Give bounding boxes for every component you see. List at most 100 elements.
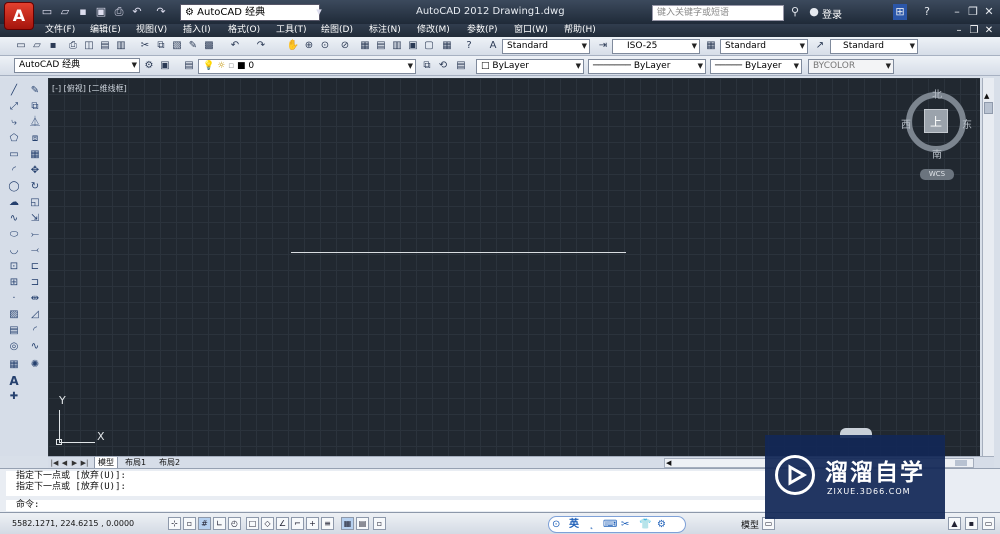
- toolbar-lock-icon[interactable]: ▪: [965, 517, 978, 530]
- mirror-icon[interactable]: ⏅: [28, 116, 42, 130]
- menu-modify[interactable]: 修改(M): [417, 24, 450, 37]
- scroll-up-icon[interactable]: ▲: [984, 92, 989, 100]
- ime-toolbar[interactable]: ⊙ 英 ˛ ⌨ ✂ 👕 ⚙: [548, 516, 686, 533]
- mleader-style-select[interactable]: Standard ▼: [830, 39, 918, 54]
- menu-parametric[interactable]: 参数(P): [467, 24, 497, 37]
- viewcube-west[interactable]: 西: [901, 116, 911, 131]
- ime-language[interactable]: 英: [569, 517, 579, 532]
- markup-icon[interactable]: ▢: [422, 39, 436, 53]
- print-icon[interactable]: ⎙: [112, 5, 126, 19]
- help-icon[interactable]: ?: [462, 39, 476, 53]
- menu-view[interactable]: 视图(V): [136, 24, 167, 37]
- make-block-icon[interactable]: ⊞: [7, 276, 21, 290]
- menu-edit[interactable]: 编辑(E): [90, 24, 121, 37]
- snap-mode-icon[interactable]: ▫: [183, 517, 196, 530]
- move-icon[interactable]: ✥: [28, 164, 42, 178]
- offset-icon[interactable]: ⧈: [28, 132, 42, 146]
- application-menu-button[interactable]: A: [4, 2, 34, 30]
- lineweight-select[interactable]: ───── ByLayer ▼: [710, 59, 802, 74]
- ducs-icon[interactable]: ⌐: [291, 517, 304, 530]
- 3dprint-icon[interactable]: ▥: [114, 39, 128, 53]
- close-icon[interactable]: ✕: [982, 4, 996, 20]
- viewcube-top-face[interactable]: 上: [924, 109, 948, 133]
- array-icon[interactable]: ▦: [28, 148, 42, 162]
- design-center-icon[interactable]: ▤: [374, 39, 388, 53]
- layer-state-icon[interactable]: ▤: [454, 59, 468, 73]
- menu-dimension[interactable]: 标注(N): [369, 24, 401, 37]
- linetype-select[interactable]: ─────── ByLayer ▼: [588, 59, 706, 74]
- help-icon[interactable]: ?: [920, 4, 934, 20]
- viewcube-east[interactable]: 东: [962, 116, 972, 131]
- spline-icon[interactable]: ∿: [7, 212, 21, 226]
- mtext-icon[interactable]: A: [7, 374, 21, 388]
- new-file-icon[interactable]: ▭: [40, 5, 54, 19]
- layer-select[interactable]: 💡 ☼ ▫ ■ 0 ▼: [198, 59, 416, 74]
- menu-format[interactable]: 格式(O): [228, 24, 260, 37]
- menu-draw[interactable]: 绘图(D): [321, 24, 353, 37]
- rectangle-icon[interactable]: ▭: [7, 148, 21, 162]
- stretch-icon[interactable]: ⇲: [28, 212, 42, 226]
- restore-icon[interactable]: ❐: [966, 4, 980, 20]
- menu-window[interactable]: 窗口(W): [514, 24, 548, 37]
- zoom-window-icon[interactable]: ⊙: [318, 39, 332, 53]
- redo-icon[interactable]: ↷: [254, 39, 268, 53]
- add-selected-icon[interactable]: ✚: [7, 390, 21, 404]
- blend-icon[interactable]: ∿: [28, 340, 42, 354]
- join-icon[interactable]: ⇹: [28, 292, 42, 306]
- drawing-canvas[interactable]: [-] [俯视] [二维线框] 上 北 南 西 东 WCS Y X: [48, 78, 980, 456]
- workspace-settings-icon[interactable]: ⚙: [142, 59, 156, 73]
- coordinate-readout[interactable]: 5582.1271, 224.6215 , 0.0000: [12, 519, 134, 528]
- tab-prev-icon[interactable]: ◀: [60, 458, 69, 468]
- otrack-icon[interactable]: ∠: [276, 517, 289, 530]
- command-input[interactable]: 命令:: [6, 500, 766, 511]
- paste-icon[interactable]: ▧: [170, 39, 184, 53]
- toolbar-customize-icon[interactable]: ▣: [158, 59, 172, 73]
- publish-icon[interactable]: ▤: [98, 39, 112, 53]
- doc-minimize-icon[interactable]: –: [952, 24, 966, 37]
- construction-line-icon[interactable]: ⤢: [7, 100, 21, 114]
- break-point-icon[interactable]: ⊏: [28, 260, 42, 274]
- zoom-previous-icon[interactable]: ⊘: [338, 39, 352, 53]
- viewcube-south[interactable]: 南: [932, 146, 942, 161]
- infer-constraints-icon[interactable]: ⊹: [168, 517, 181, 530]
- exchange-icon[interactable]: ⊞: [893, 4, 907, 20]
- scroll-left-icon[interactable]: ◀: [666, 459, 671, 467]
- annotation-scale-icon[interactable]: ▲: [948, 517, 961, 530]
- minimize-icon[interactable]: –: [950, 4, 964, 20]
- save-icon[interactable]: ▪: [46, 39, 60, 53]
- vertical-scrollbar[interactable]: ▲: [982, 78, 994, 456]
- menu-file[interactable]: 文件(F): [45, 24, 75, 37]
- viewcube-north[interactable]: 北: [932, 86, 942, 101]
- properties-icon[interactable]: ▦: [358, 39, 372, 53]
- gradient-icon[interactable]: ▤: [7, 324, 21, 338]
- copy-icon[interactable]: ⧉: [154, 39, 168, 53]
- model-space-label[interactable]: 模型: [741, 518, 759, 531]
- revcloud-icon[interactable]: ☁: [7, 196, 21, 210]
- dynamic-input-icon[interactable]: +: [306, 517, 319, 530]
- calculator-icon[interactable]: ▦: [440, 39, 454, 53]
- color-select[interactable]: □ ByLayer ▼: [476, 59, 584, 74]
- transparency-icon[interactable]: ▦: [341, 517, 354, 530]
- plot-icon[interactable]: ⎙: [66, 39, 80, 53]
- viewport-controls-label[interactable]: [-] [俯视] [二维线框]: [52, 83, 127, 94]
- sheetset-icon[interactable]: ▣: [406, 39, 420, 53]
- doc-close-icon[interactable]: ✕: [982, 24, 996, 37]
- dim-style-icon[interactable]: ⇥: [596, 39, 610, 53]
- table-style-select[interactable]: Standard ▼: [720, 39, 808, 54]
- rotate-icon[interactable]: ↻: [28, 180, 42, 194]
- line-icon[interactable]: ╱: [7, 84, 21, 98]
- preview-icon[interactable]: ◫: [82, 39, 96, 53]
- open-icon[interactable]: ▱: [58, 5, 72, 19]
- settings-icon[interactable]: ⚙: [657, 517, 666, 532]
- undo-icon[interactable]: ↶: [130, 5, 144, 19]
- text-style-icon[interactable]: A: [486, 39, 500, 53]
- scroll-thumb[interactable]: [955, 460, 967, 466]
- point-icon[interactable]: ·: [7, 292, 21, 306]
- doc-restore-icon[interactable]: ❐: [967, 24, 981, 37]
- wcs-menu[interactable]: WCS: [920, 169, 954, 180]
- dim-style-select[interactable]: ISO-25 ▼: [612, 39, 700, 54]
- copy-object-icon[interactable]: ⧉: [28, 100, 42, 114]
- login-link[interactable]: 登录: [822, 6, 842, 21]
- menu-help[interactable]: 帮助(H): [564, 24, 596, 37]
- break-icon[interactable]: ⊐: [28, 276, 42, 290]
